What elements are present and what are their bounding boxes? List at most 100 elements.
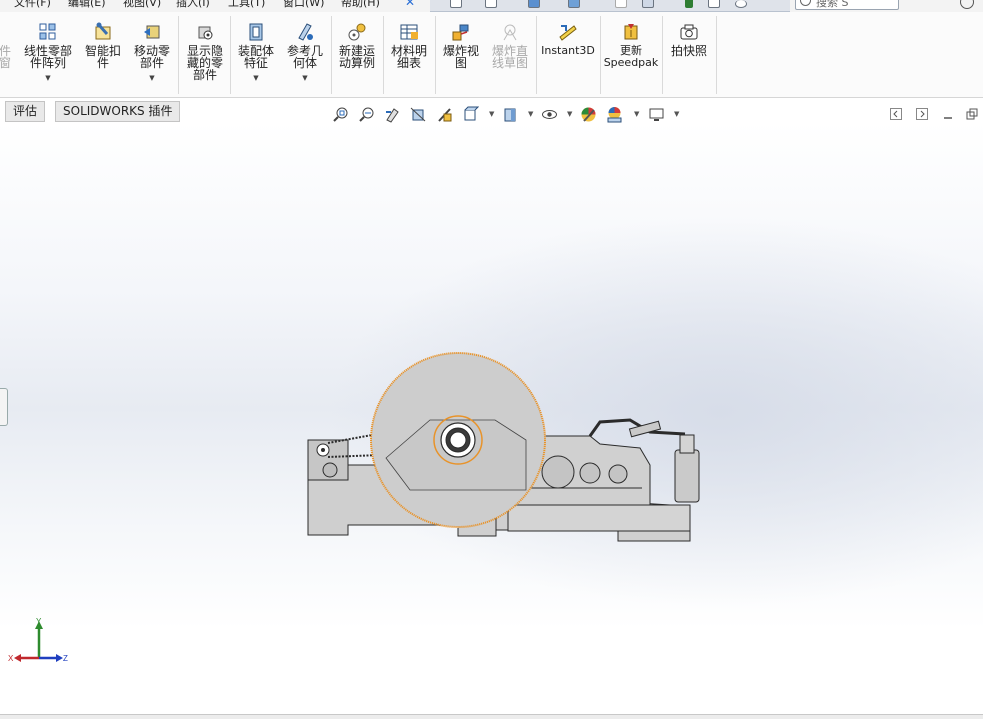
ribbon-label: 移动零 部件 — [133, 44, 170, 70]
coordinate-triad: Y X Z — [8, 617, 68, 663]
save-icon[interactable] — [528, 0, 540, 8]
ribbon-label: 新建运 动算例 — [338, 44, 375, 70]
partial-cut-icon — [0, 22, 12, 42]
ribbon-label: 材料明 细表 — [390, 44, 427, 70]
move-component-icon — [142, 22, 162, 42]
help-icon[interactable] — [960, 0, 974, 9]
feature-manager-collapse-tab[interactable] — [0, 388, 8, 426]
rebuild-icon[interactable] — [685, 0, 693, 8]
smart-fastener-button[interactable]: 智能扣 件 — [80, 12, 126, 98]
explode-line-sketch-icon — [500, 22, 520, 42]
zoom-to-area-icon[interactable] — [358, 106, 375, 123]
dropdown-arrow-icon[interactable]: ▼ — [253, 72, 258, 84]
menu-help[interactable]: 帮助(H) — [341, 0, 380, 10]
reference-geometry-icon — [295, 22, 315, 42]
pin-icon[interactable]: ✕ — [405, 0, 415, 9]
ribbon-label: 更新 Speedpak — [603, 44, 659, 69]
search-input[interactable]: 搜索 S — [795, 0, 899, 10]
select-arrow-icon[interactable] — [642, 0, 654, 8]
ribbon-label: 线性零部 件阵列 — [23, 44, 72, 70]
move-component-button[interactable]: 移动零 部件 ▼ — [128, 12, 176, 98]
ribbon-separator — [331, 16, 332, 94]
instant3d-icon — [558, 22, 578, 42]
menu-tools[interactable]: 工具(T) — [228, 0, 265, 10]
ribbon-label: 爆炸视 图 — [442, 44, 479, 70]
take-snapshot-button[interactable]: 拍快照 — [664, 12, 714, 98]
drum-shaft — [449, 431, 467, 449]
options-gear-icon[interactable] — [735, 0, 747, 8]
motor-body — [674, 449, 700, 503]
menu-edit[interactable]: 编辑(E) — [68, 0, 106, 10]
print-icon[interactable] — [568, 0, 580, 8]
view-orientation-dropdown-icon[interactable]: ▼ — [489, 110, 494, 118]
section-view-icon[interactable] — [410, 106, 427, 123]
new-motion-study-button[interactable]: 新建运 动算例 — [333, 12, 381, 98]
undo-icon[interactable] — [615, 0, 627, 8]
linear-pattern-button[interactable]: 线性零部 件阵列 ▼ — [18, 12, 78, 98]
previous-view-icon[interactable] — [384, 106, 401, 123]
assembly-features-button[interactable]: 装配体 特征 ▼ — [232, 12, 280, 98]
show-hidden-icon — [195, 22, 215, 42]
ribbon-separator — [662, 16, 663, 94]
scene-dropdown-icon[interactable]: ▼ — [634, 110, 639, 118]
menu-file[interactable]: 文件(F) — [14, 0, 51, 10]
motor-top — [679, 434, 695, 454]
z-label: Z — [63, 654, 68, 663]
gearbox-bull-gear — [541, 455, 575, 489]
minimize-icon[interactable] — [942, 108, 954, 120]
ribbon-separator — [600, 16, 601, 94]
view-settings-dropdown-icon[interactable]: ▼ — [674, 110, 679, 118]
smart-fastener-icon — [93, 22, 113, 42]
bom-icon — [399, 22, 419, 42]
ribbon-separator — [435, 16, 436, 94]
menu-bar: 文件(F) 编辑(E) 视图(V) 插入(I) 工具(T) 窗口(W) 帮助(H… — [0, 0, 983, 12]
zoom-to-fit-icon[interactable] — [332, 106, 349, 123]
display-style-icon[interactable] — [502, 106, 519, 123]
tab-solidworks-addins[interactable]: SOLIDWORKS 插件 — [55, 101, 181, 122]
assembly-feature-icon — [246, 22, 266, 42]
edit-appearance-icon[interactable] — [580, 106, 597, 123]
menu-insert[interactable]: 插入(I) — [176, 0, 210, 10]
linear-pattern-icon — [38, 22, 58, 42]
exploded-view-button[interactable]: 爆炸视 图 — [437, 12, 485, 98]
ribbon-separator — [536, 16, 537, 94]
search-placeholder: 搜索 S — [816, 0, 849, 9]
bill-of-materials-button[interactable]: 材料明 细表 — [385, 12, 433, 98]
pane-left-icon[interactable] — [890, 108, 902, 120]
menu-window[interactable]: 窗口(W) — [283, 0, 324, 10]
new-doc-icon[interactable] — [450, 0, 462, 8]
ribbon-partial-button[interactable]: 件 窗 — [0, 12, 14, 98]
instant3d-button[interactable]: Instant3D — [538, 12, 598, 98]
view-settings-icon[interactable] — [648, 106, 665, 123]
dropdown-arrow-icon[interactable]: ▼ — [302, 72, 307, 84]
search-icon — [800, 0, 811, 6]
tab-evaluate[interactable]: 评估 — [5, 101, 46, 122]
ribbon-label: 智能扣 件 — [84, 44, 121, 70]
ribbon-label: 参考几 何体 — [286, 44, 323, 70]
assembly-model[interactable] — [290, 340, 710, 550]
update-speedpak-button[interactable]: 更新 Speedpak — [602, 12, 660, 98]
display-style-dropdown-icon[interactable]: ▼ — [528, 110, 533, 118]
x-label: X — [8, 654, 14, 663]
dropdown-arrow-icon[interactable]: ▼ — [149, 72, 154, 84]
hide-show-items-icon[interactable] — [541, 106, 558, 123]
view-orientation-icon[interactable] — [462, 106, 479, 123]
dropdown-arrow-icon[interactable]: ▼ — [45, 72, 50, 84]
ribbon-separator — [178, 16, 179, 94]
hide-show-dropdown-icon[interactable]: ▼ — [567, 110, 572, 118]
restore-icon[interactable] — [966, 108, 978, 120]
show-hidden-components-button[interactable]: 显示隐 藏的零 部件 — [181, 12, 229, 98]
dynamic-annotation-icon[interactable] — [436, 106, 453, 123]
apply-scene-icon[interactable] — [606, 106, 623, 123]
quick-access-toolbar — [430, 0, 790, 12]
exploded-view-icon — [451, 22, 471, 42]
menu-view[interactable]: 视图(V) — [123, 0, 161, 10]
motion-study-icon — [347, 22, 367, 42]
explode-line-sketch-button[interactable]: 爆炸直 线草图 — [486, 12, 534, 98]
snapshot-icon — [679, 22, 699, 42]
file-properties-icon[interactable] — [708, 0, 720, 8]
reference-geometry-button[interactable]: 参考几 何体 ▼ — [281, 12, 329, 98]
open-doc-icon[interactable] — [485, 0, 497, 8]
pane-right-icon[interactable] — [916, 108, 928, 120]
ribbon-label: Instant3D — [541, 44, 595, 57]
